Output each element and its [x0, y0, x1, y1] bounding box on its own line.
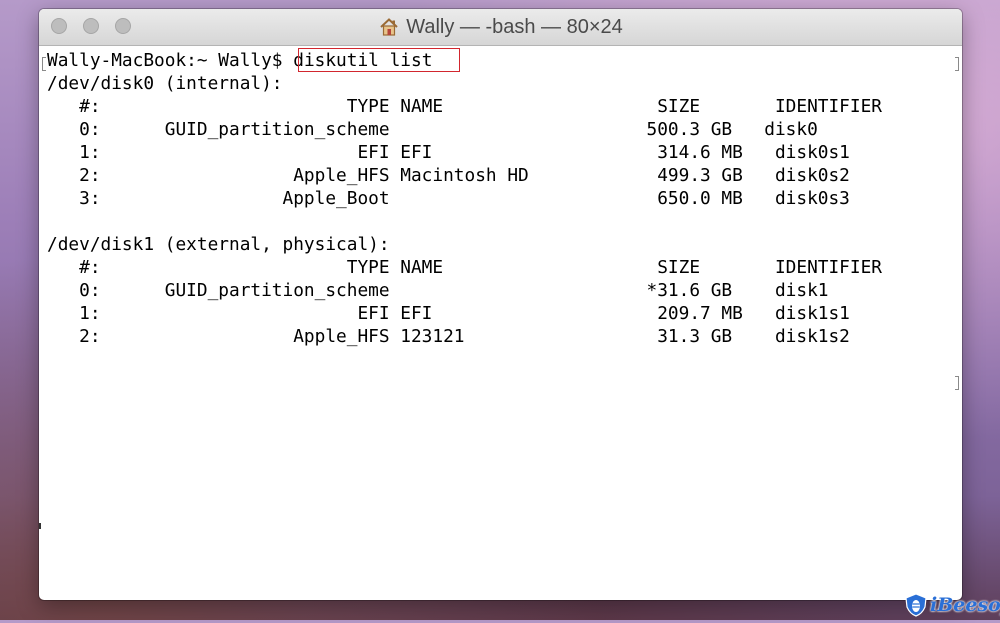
home-icon	[378, 16, 400, 38]
output-line: 1: EFI EFI 209.7 MB disk1s1	[47, 303, 850, 324]
window-title: Wally — -bash — 80×24	[39, 9, 962, 45]
command-highlight-box	[298, 48, 460, 72]
shell-prompt: Wally-MacBook:~ Wally$	[47, 50, 294, 71]
output-line: #: TYPE NAME SIZE IDENTIFIER	[47, 257, 883, 278]
output-line: 2: Apple_HFS Macintosh HD 499.3 GB disk0…	[47, 165, 850, 186]
output-line: 0: GUID_partition_scheme *31.6 GB disk1	[47, 280, 829, 301]
output-line: 1: EFI EFI 314.6 MB disk0s1	[47, 142, 850, 163]
output-line: /dev/disk1 (external, physical):	[47, 234, 390, 255]
output-line: 3: Apple_Boot 650.0 MB disk0s3	[47, 188, 850, 209]
title-bar[interactable]: Wally — -bash — 80×24	[39, 9, 962, 46]
watermark: iBeesoft	[903, 592, 1000, 618]
terminal-output[interactable]: Wally-MacBook:~ Wally$ diskutil list /de…	[39, 46, 962, 600]
watermark-text: iBeesoft	[930, 594, 1000, 616]
terminal-window[interactable]: Wally — -bash — 80×24 Wally-MacBook:~ Wa…	[39, 9, 962, 600]
scroll-boundary-top-right	[955, 57, 959, 71]
bee-shield-logo-icon	[903, 592, 929, 618]
scroll-boundary-left	[42, 57, 46, 71]
output-line: #: TYPE NAME SIZE IDENTIFIER	[47, 96, 883, 117]
window-title-text: Wally — -bash — 80×24	[406, 15, 623, 38]
output-line: 0: GUID_partition_scheme 500.3 GB disk0	[47, 119, 818, 140]
scroll-boundary-bottom-right	[955, 376, 959, 390]
output-line: /dev/disk0 (internal):	[47, 73, 283, 94]
output-line: 2: Apple_HFS 123121 31.3 GB disk1s2	[47, 326, 850, 347]
text-cursor-mark	[39, 523, 41, 529]
